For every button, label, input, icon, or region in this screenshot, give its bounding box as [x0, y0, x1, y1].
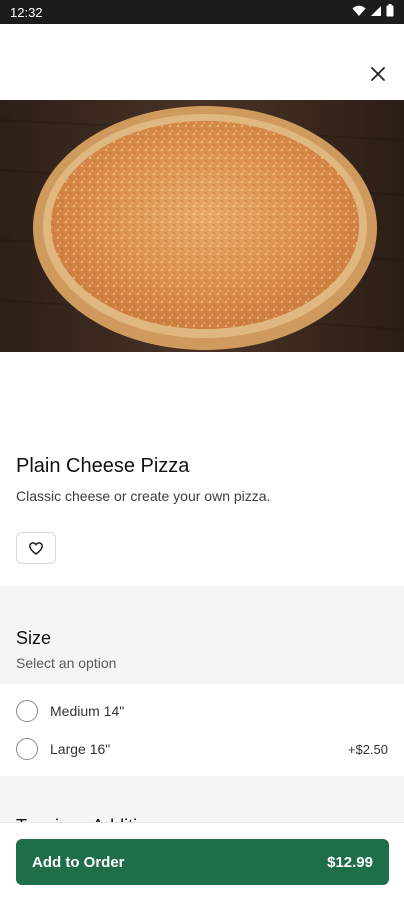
pizza-image — [0, 100, 404, 352]
option-label: Medium 14" — [50, 703, 125, 719]
status-bar: 12:32 — [0, 0, 404, 24]
add-to-order-label: Add to Order — [32, 853, 125, 871]
favorite-button[interactable] — [16, 532, 56, 564]
add-to-order-button[interactable]: Add to Order $12.99 — [16, 839, 389, 885]
radio-button[interactable] — [16, 738, 38, 760]
product-title: Plain Cheese Pizza — [16, 455, 190, 477]
status-time: 12:32 — [10, 4, 43, 20]
bottom-bar: Add to Order $12.99 — [0, 822, 404, 900]
wifi-icon — [352, 5, 366, 20]
size-section: Size Select an option — [0, 586, 404, 684]
status-icons — [352, 4, 394, 20]
close-icon — [371, 67, 385, 81]
close-button[interactable] — [366, 62, 390, 86]
product-description: Classic cheese or create your own pizza. — [16, 488, 271, 504]
size-section-subtitle: Select an option — [16, 655, 117, 671]
battery-icon — [386, 4, 394, 20]
radio-button[interactable] — [16, 700, 38, 722]
size-option-medium[interactable]: Medium 14" — [16, 693, 388, 729]
product-info: Plain Cheese Pizza Classic cheese or cre… — [16, 452, 388, 506]
size-option-large[interactable]: Large 16" +$2.50 — [16, 731, 388, 767]
product-image — [0, 100, 404, 352]
order-total-price: $12.99 — [327, 853, 373, 871]
heart-icon — [29, 541, 43, 555]
size-section-title: Size — [16, 628, 52, 648]
modal-header — [0, 24, 404, 100]
option-label: Large 16" — [50, 741, 111, 757]
signal-icon — [370, 5, 382, 20]
option-price: +$2.50 — [347, 741, 388, 757]
